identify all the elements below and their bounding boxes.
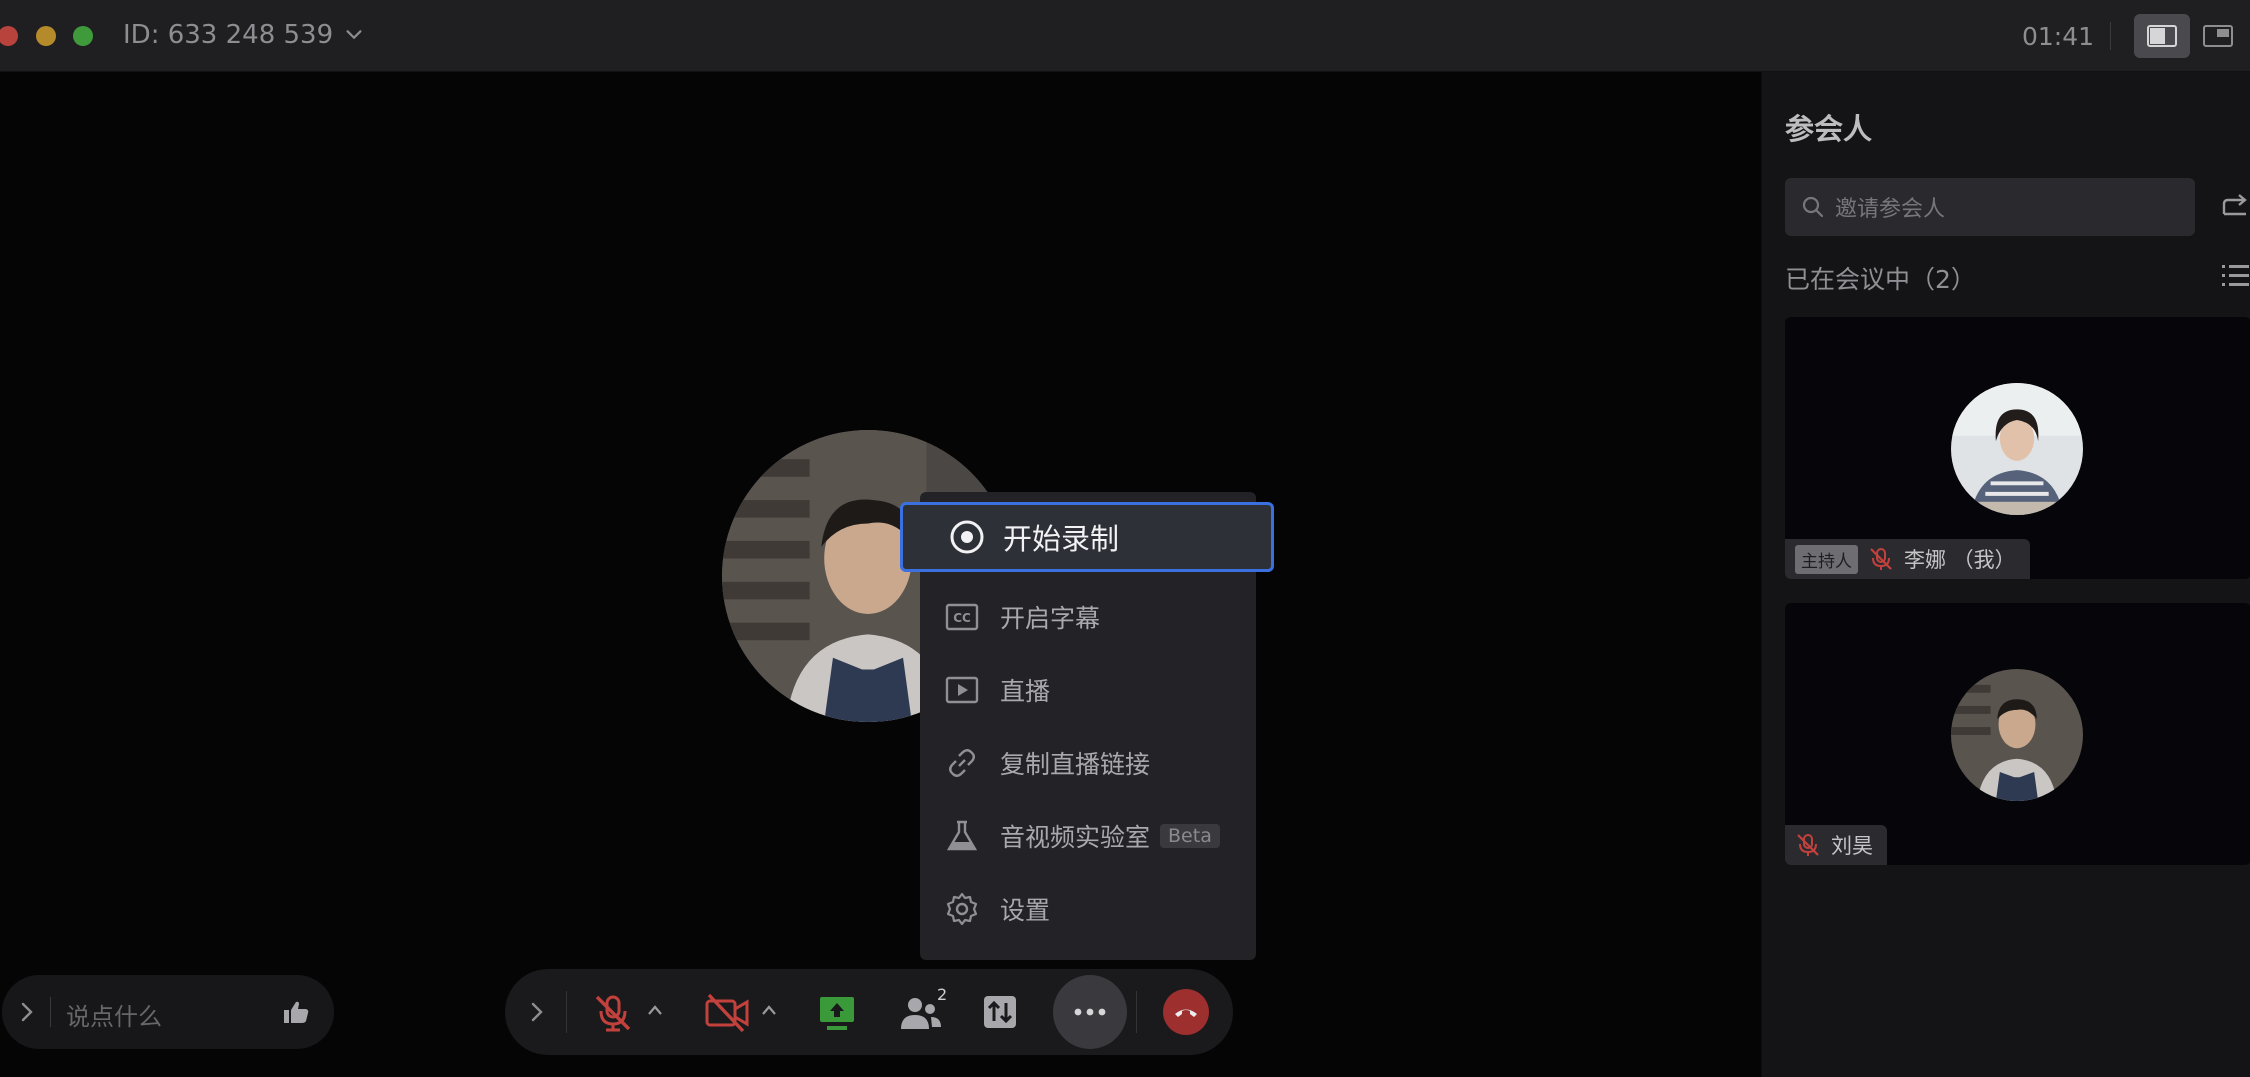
menu-item-label: 音视频实验室 [1000, 823, 1151, 852]
chat-divider [50, 997, 51, 1027]
in-meeting-count: 已在会议中（2） [1785, 265, 1976, 294]
participant-avatar [1951, 383, 2083, 515]
thumbs-up-icon[interactable] [282, 999, 310, 1025]
meeting-timer: 01:41 [2022, 22, 2095, 51]
list-icon[interactable] [2220, 262, 2250, 290]
beta-badge: Beta [1160, 824, 1220, 848]
participant-avatar [1951, 669, 2083, 801]
menu-item-start-recording[interactable]: 开始录制 [900, 502, 1274, 572]
mic-muted-icon[interactable] [591, 991, 635, 1035]
layout-side-by-side-button[interactable] [2134, 14, 2190, 58]
chat-bar: 说点什么 [2, 975, 334, 1049]
menu-item-settings[interactable]: 设置 [920, 879, 1256, 939]
chevron-up-icon[interactable] [759, 1002, 779, 1018]
layout-switcher [2134, 14, 2246, 58]
screen-share-icon[interactable] [817, 993, 857, 1033]
mic-muted-icon [1870, 548, 1892, 570]
gear-icon [946, 892, 978, 926]
cc-icon: CC [945, 603, 979, 631]
menu-item-copy-live-link[interactable]: 复制直播链接 [920, 733, 1256, 793]
menu-item-av-lab[interactable]: 音视频实验室 Beta [920, 806, 1256, 866]
chevron-right-icon[interactable] [16, 1000, 38, 1024]
menu-item-label: 复制直播链接 [1000, 750, 1151, 779]
more-dots-icon [1074, 1008, 1106, 1016]
menu-item-label: 直播 [1000, 677, 1051, 706]
menu-item-label: 开始录制 [1003, 522, 1120, 556]
menu-item-label: 开启字幕 [1000, 604, 1101, 633]
panel-title: 参会人 [1785, 112, 1873, 146]
participant-name-tag: 主持人 李娜 （我） [1785, 539, 2030, 579]
meeting-id-dropdown[interactable]: ID: 633 248 539 [123, 20, 365, 50]
title-bar: ID: 633 248 539 01:41 [0, 0, 2250, 72]
meeting-window: ID: 633 248 539 01:41 参会人 邀请参会人 已在会议中（2）… [0, 0, 2250, 1077]
split-layout-icon [2147, 25, 2177, 47]
participant-name: 李娜 （我） [1904, 548, 2016, 572]
record-icon [950, 520, 984, 554]
meeting-toolbar: 2 [505, 969, 1233, 1055]
camera-off-icon[interactable] [703, 993, 751, 1033]
play-icon [945, 676, 979, 704]
end-call-button[interactable] [1163, 989, 1209, 1035]
share-icon[interactable] [2220, 190, 2250, 220]
chevron-up-icon[interactable] [645, 1002, 665, 1018]
window-zoom-button[interactable] [73, 26, 93, 46]
toolbar-divider [566, 991, 567, 1033]
flask-icon [946, 820, 978, 851]
hang-up-icon [1175, 1009, 1197, 1017]
chevron-right-icon[interactable] [525, 1000, 549, 1024]
meeting-id-text: ID: 633 248 539 [123, 20, 334, 50]
link-icon [949, 749, 975, 777]
sort-arrows-icon[interactable] [981, 993, 1019, 1031]
svg-text:CC: CC [953, 611, 971, 625]
window-minimize-button[interactable] [36, 26, 56, 46]
layout-pip-button[interactable] [2190, 14, 2246, 58]
participant-tile[interactable]: 刘昊 [1785, 603, 2250, 865]
host-badge: 主持人 [1795, 544, 1858, 574]
mic-muted-icon [1797, 834, 1819, 856]
participants-panel: 参会人 邀请参会人 已在会议中（2） 主持人 李娜 （我） 刘昊 [1761, 72, 2250, 1077]
participants-count-badge: 2 [937, 985, 948, 1004]
search-icon [1802, 196, 1824, 218]
titlebar-divider [2110, 22, 2111, 50]
invite-placeholder: 邀请参会人 [1835, 197, 1946, 222]
participant-name-tag: 刘昊 [1785, 825, 1887, 865]
menu-item-label: 设置 [1000, 896, 1051, 925]
toolbar-divider [1136, 991, 1137, 1033]
menu-item-livestream[interactable]: 直播 [920, 660, 1256, 720]
menu-item-captions[interactable]: CC 开启字幕 [920, 587, 1256, 647]
participant-name: 刘昊 [1831, 834, 1873, 858]
invite-search-input[interactable]: 邀请参会人 [1785, 178, 2195, 236]
chat-input[interactable]: 说点什么 [66, 997, 162, 1032]
chevron-down-icon [346, 30, 362, 40]
more-options-button[interactable] [1053, 975, 1127, 1049]
window-close-button[interactable] [0, 26, 18, 46]
participant-tile[interactable]: 主持人 李娜 （我） [1785, 317, 2250, 579]
pip-layout-icon [2203, 25, 2233, 47]
